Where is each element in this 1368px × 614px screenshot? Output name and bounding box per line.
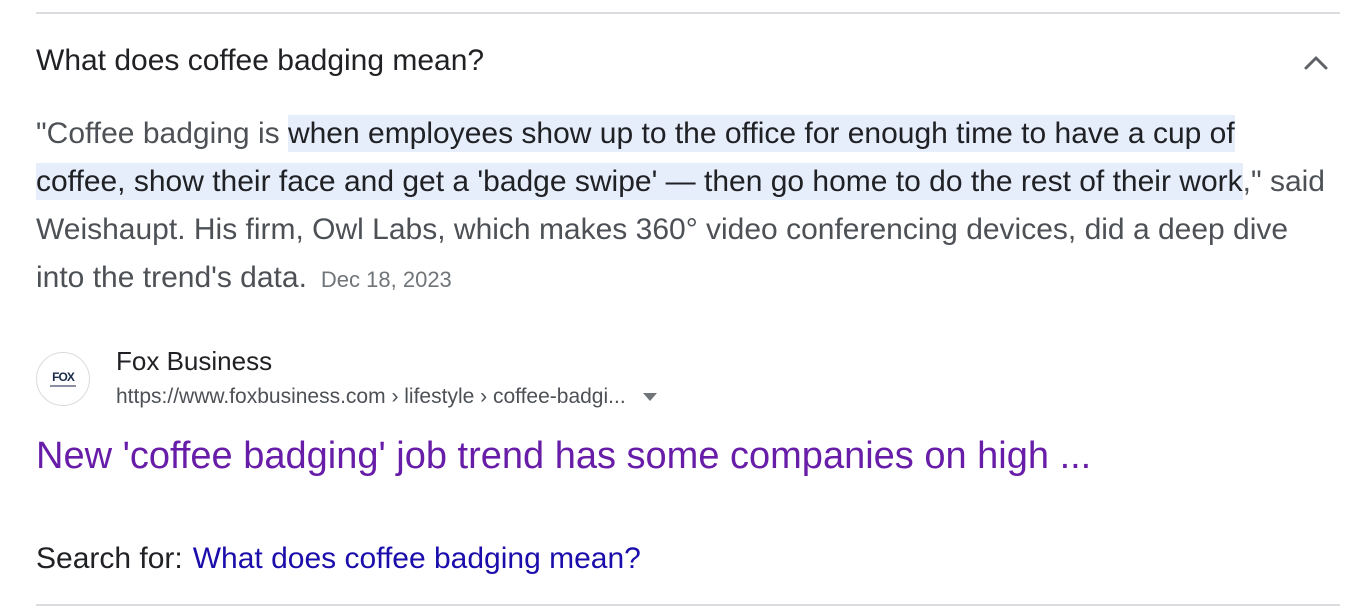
snippet-date: Dec 18, 2023 <box>320 267 452 292</box>
chevron-up-icon[interactable] <box>1298 46 1334 80</box>
fox-business-favicon: FOX <box>36 352 90 406</box>
answer-snippet: "Coffee badging is when employees show u… <box>36 110 1326 304</box>
source-name[interactable]: Fox Business <box>116 344 658 378</box>
source-url[interactable]: https://www.foxbusiness.com › lifestyle … <box>116 382 626 412</box>
search-for-label: Search for: <box>36 542 183 575</box>
search-for-query-link[interactable]: What does coffee badging mean? <box>193 542 641 575</box>
divider-top <box>36 12 1340 14</box>
divider-bottom <box>36 604 1340 606</box>
snippet-text-before: "Coffee badging is <box>36 117 288 150</box>
favicon-logo-bar <box>50 385 76 387</box>
favicon-logo-text: FOX <box>52 370 75 384</box>
search-for-row: Search for: What does coffee badging mean… <box>36 540 641 578</box>
source-block[interactable]: FOX Fox Business https://www.foxbusiness… <box>36 344 658 414</box>
faq-question[interactable]: What does coffee badging mean? <box>36 42 484 80</box>
result-title-link[interactable]: New 'coffee badging' job trend has some … <box>36 432 1091 480</box>
triangle-down-icon[interactable] <box>642 392 658 402</box>
